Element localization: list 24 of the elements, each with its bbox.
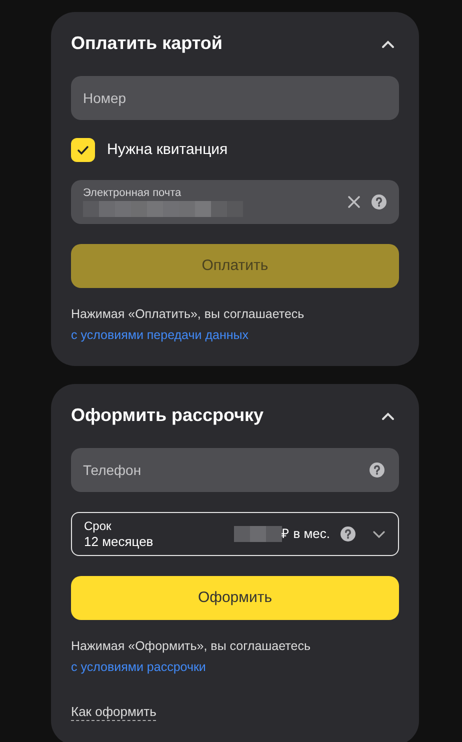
monthly-suffix: ₽ в мес.	[282, 525, 330, 544]
field-label: Электронная почта	[83, 187, 182, 199]
field-label: Срок	[84, 519, 112, 534]
pixelated-value	[234, 526, 282, 542]
help-icon[interactable]	[369, 462, 385, 478]
checkbox[interactable]	[71, 138, 95, 162]
submit-button[interactable]: Оформить	[71, 576, 399, 620]
terms-link[interactable]: с условиями рассрочки	[71, 660, 206, 674]
section-title: Оплатить картой	[71, 33, 222, 55]
close-icon[interactable]	[347, 195, 361, 209]
checkbox-label: Нужна квитанция	[107, 140, 228, 160]
consent-text: Нажимая «Оформить», вы соглашаетесь с условиями рассрочки	[71, 638, 312, 676]
section-title: Оформить рассрочку	[71, 405, 264, 427]
check-icon	[76, 143, 90, 157]
help-icon[interactable]	[371, 194, 387, 210]
select-value: 12 месяцев	[84, 534, 154, 549]
input-field[interactable]: Номер	[71, 76, 399, 120]
input-field[interactable]: Телефон	[71, 448, 399, 492]
terms-link[interactable]: с условиями передачи данных	[71, 328, 248, 342]
email-field[interactable]: Электронная почта	[71, 180, 399, 224]
help-icon[interactable]	[340, 526, 356, 542]
term-select[interactable]: Срок 12 месяцев ₽ в мес.	[71, 512, 399, 556]
how-to-link[interactable]: Как оформить	[71, 704, 156, 721]
consent-text: Нажимая «Оплатить», вы соглашаетесь с условиями передачи данных	[71, 306, 306, 344]
